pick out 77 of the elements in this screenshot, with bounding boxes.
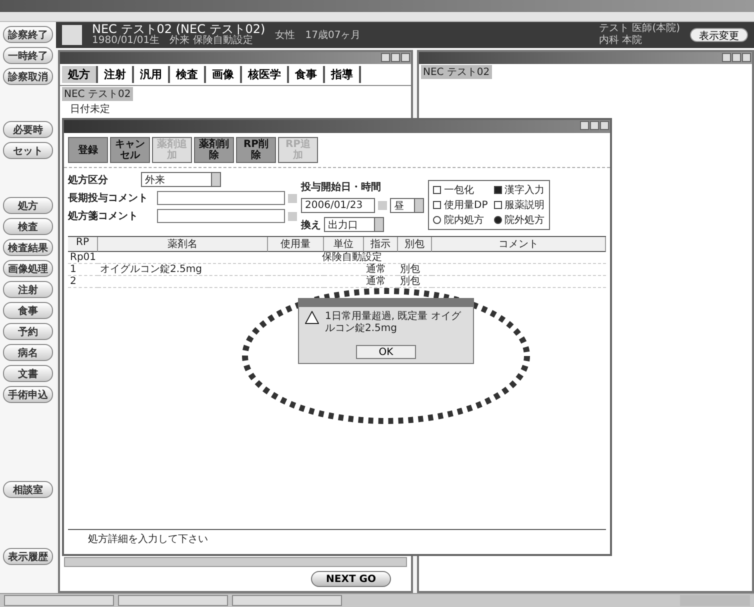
sidebar-button[interactable]: 表示履歴 [3, 548, 53, 565]
warning-icon [305, 311, 319, 324]
date-field[interactable]: 2006/01/23 [301, 198, 375, 213]
column-header: 指示 [364, 237, 398, 252]
field-label: 投与開始日・時間 [301, 180, 382, 194]
sidebar-button[interactable]: 検査結果 [3, 239, 53, 256]
sidebar-button[interactable]: 病名 [3, 344, 53, 361]
input-field[interactable] [157, 209, 285, 223]
sidebar-button[interactable]: 必要時 [3, 121, 53, 138]
type-select[interactable]: 外来 [141, 172, 221, 187]
table-cell: オイグルコン錠2.5mg [98, 264, 268, 276]
field-label: 長期投与コメント [68, 192, 149, 205]
window-controls[interactable] [380, 53, 410, 63]
patient-label: NEC テスト02 [420, 65, 492, 79]
toolbar-button[interactable]: キャンセル [110, 137, 150, 163]
window-controls[interactable] [580, 121, 609, 132]
checkbox-option[interactable]: 漢字入力 [494, 183, 545, 197]
table-cell: 2 [68, 276, 98, 288]
sidebar-button[interactable]: 一時終了 [3, 47, 53, 64]
radio-option[interactable]: 院内処方 [433, 213, 488, 227]
input-field[interactable] [157, 191, 285, 205]
taskbar-item[interactable] [118, 595, 228, 606]
ok-button[interactable]: OK [356, 345, 416, 359]
sidebar-button[interactable]: 予約 [3, 323, 53, 340]
toolbar-button[interactable]: RP削除 [236, 137, 276, 163]
column-header: 単位 [324, 237, 364, 252]
sidebar-button[interactable]: 相談室 [3, 481, 53, 498]
sidebar-button[interactable]: 食事 [3, 302, 53, 319]
field-label: 処方区分 [68, 173, 109, 186]
output-select[interactable]: 出力口 [324, 217, 384, 232]
status-message: 処方詳細を入力して下さい [68, 529, 606, 548]
sidebar-button[interactable]: 診察取消 [3, 68, 53, 85]
system-tray [680, 595, 750, 606]
patient-name: NEC テスト02 (NEC テスト02) [92, 23, 266, 35]
table-cell: Rp01 [68, 252, 98, 264]
time-select[interactable]: 昼 [390, 198, 424, 213]
column-header: 使用量 [268, 237, 324, 252]
patient-details: 1980/01/01生 外来 保険自動設定 [92, 35, 253, 47]
table-cell: 1 [68, 264, 98, 276]
radio-option[interactable]: 院外処方 [494, 213, 545, 227]
scrollbar[interactable] [64, 557, 407, 567]
sidebar-button[interactable]: 検査 [3, 218, 53, 235]
column-header: 別包 [398, 237, 432, 252]
patient-sex-age: 女性 17歳07ヶ月 [275, 28, 361, 42]
table-cell: 別包 [398, 264, 432, 276]
window-controls[interactable] [722, 53, 751, 63]
doctor-name: テスト 医師(本院) [599, 23, 680, 34]
patient-label: NEC テスト02 [62, 87, 133, 101]
checkbox-option[interactable]: 一包化 [433, 183, 488, 197]
sidebar-button[interactable]: 処方 [3, 197, 53, 214]
toolbar-button[interactable]: 登録 [68, 137, 108, 163]
alert-message: 1日常用量超過, 既定量 オイグルコン錠2.5mg [325, 311, 462, 335]
table-cell: 通常 [364, 264, 398, 276]
checkbox-option[interactable]: 服薬説明 [494, 198, 545, 212]
order-tab[interactable]: 処方 [62, 66, 98, 83]
toolbar-button[interactable]: 薬剤削除 [194, 137, 234, 163]
next-button[interactable]: NEXT GO [311, 571, 391, 587]
column-header: RP [68, 237, 98, 252]
department: 内科 本院 [599, 35, 644, 47]
table-cell: 別包 [398, 276, 432, 288]
field-label: 換え [301, 218, 321, 232]
sidebar-button[interactable]: 注射 [3, 281, 53, 298]
display-change-button[interactable]: 表示変更 [690, 28, 748, 42]
checkbox-option[interactable]: 使用量DP [433, 198, 488, 212]
date-label: 日付未定 [70, 102, 110, 116]
sidebar-button[interactable]: 診察終了 [3, 26, 53, 43]
column-header: 薬剤名 [98, 237, 268, 252]
taskbar-item[interactable] [232, 595, 342, 606]
taskbar-item[interactable] [4, 595, 114, 606]
sidebar-button[interactable]: 手術申込 [3, 386, 53, 403]
sidebar-button[interactable]: セット [3, 142, 53, 159]
sidebar-button[interactable]: 文書 [3, 365, 53, 382]
column-header: コメント [432, 237, 606, 252]
group-row-label: 保険自動設定 [98, 252, 606, 264]
sidebar-button[interactable]: 画像処理 [3, 260, 53, 277]
table-cell: 通常 [364, 276, 398, 288]
field-label: 処方箋コメント [68, 209, 139, 223]
